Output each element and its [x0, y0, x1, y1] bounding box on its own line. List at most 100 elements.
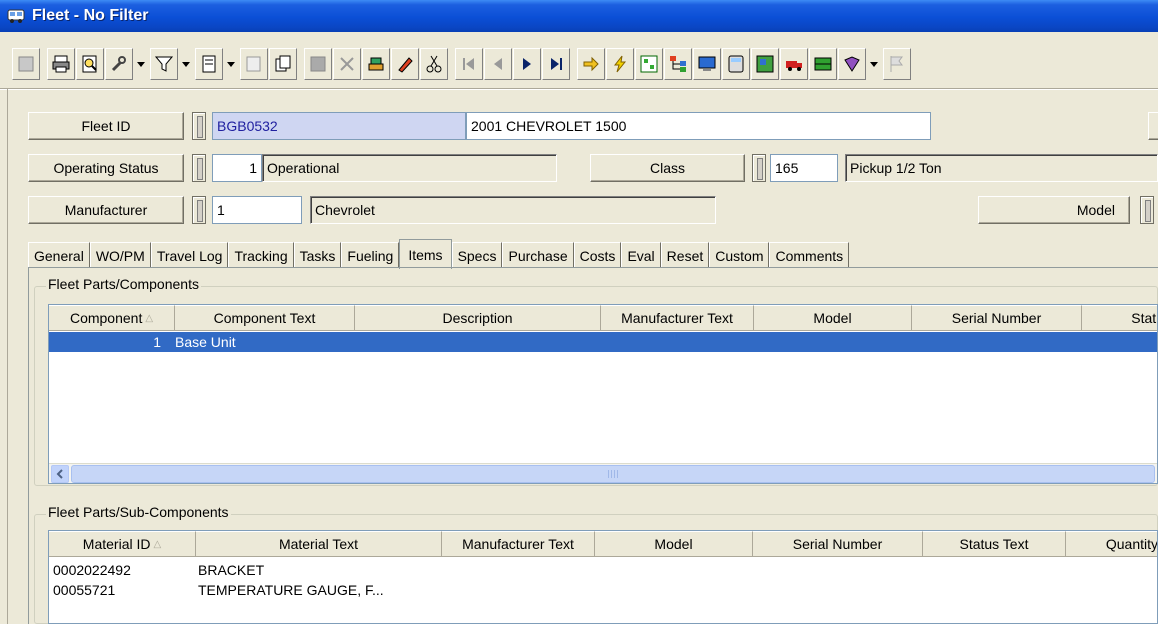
sort-asc-icon: △ [145, 312, 154, 324]
delete-icon[interactable] [333, 48, 361, 80]
tab-tasks[interactable]: Tasks [293, 242, 342, 268]
col-manufacturer-text[interactable]: Manufacturer Text [442, 531, 595, 557]
arrow-icon[interactable] [577, 48, 605, 80]
tab-general[interactable]: General [28, 242, 90, 268]
components-grid: Component △ Component Text Description Ma… [48, 304, 1158, 484]
model-button[interactable]: Model [978, 196, 1130, 224]
tools-dropdown[interactable] [134, 48, 148, 80]
preview-icon[interactable] [76, 48, 104, 80]
chart-icon[interactable] [635, 48, 663, 80]
tab-fueling[interactable]: Fueling [341, 242, 400, 268]
table-row[interactable]: 1 Base Unit [49, 332, 1157, 352]
grid-icon[interactable] [809, 48, 837, 80]
col-component-text[interactable]: Component Text [175, 305, 355, 331]
col-model[interactable]: Model [754, 305, 912, 331]
last-icon[interactable] [542, 48, 570, 80]
report-icon[interactable] [195, 48, 223, 80]
toolbar-divider [0, 88, 1158, 90]
calculator-icon[interactable] [722, 48, 750, 80]
tab-eval[interactable]: Eval [621, 242, 661, 268]
tab-reset[interactable]: Reset [660, 242, 710, 268]
map-icon[interactable] [751, 48, 779, 80]
tree-icon[interactable] [664, 48, 692, 80]
lightning-icon[interactable] [606, 48, 634, 80]
operating-status-code[interactable]: 1 [212, 154, 262, 182]
tab-tracking[interactable]: Tracking [228, 242, 294, 268]
copy-icon[interactable] [269, 48, 297, 80]
scissors-icon[interactable] [420, 48, 448, 80]
list-item[interactable]: 0002022492 BRACKET [49, 560, 442, 580]
cell-component-text: Base Unit [175, 334, 236, 350]
tab-custom[interactable]: Custom [709, 242, 770, 268]
fleet-id-field[interactable]: BGB0532 [212, 112, 466, 140]
tab-comments[interactable]: Comments [769, 242, 850, 268]
title-bar: Fleet - No Filter [0, 0, 1158, 32]
col-status[interactable]: Status [1082, 305, 1157, 331]
class-lookup[interactable] [752, 154, 766, 182]
book-icon[interactable] [838, 48, 866, 80]
col-quantity[interactable]: Quantity [1066, 531, 1157, 557]
prev-icon[interactable] [484, 48, 512, 80]
left-edge [7, 88, 8, 624]
operating-status-button[interactable]: Operating Status [28, 154, 184, 182]
report-dropdown[interactable] [224, 48, 238, 80]
col-manufacturer-text[interactable]: Manufacturer Text [601, 305, 754, 331]
components-group-label: Fleet Parts/Components [46, 276, 201, 292]
monitor-icon[interactable] [693, 48, 721, 80]
tab-purchase[interactable]: Purchase [502, 242, 574, 268]
col-model[interactable]: Model [595, 531, 753, 557]
class-code[interactable]: 165 [770, 154, 838, 182]
cell-material-id: 0002022492 [53, 562, 131, 578]
operating-status-lookup[interactable] [192, 154, 206, 182]
header-right-button[interactable] [1148, 112, 1158, 140]
save-icon[interactable] [304, 48, 332, 80]
manufacturer-button[interactable]: Manufacturer [28, 196, 184, 224]
subcomponents-header: Material ID △ Material Text Manufacturer … [49, 531, 1157, 557]
col-material-text[interactable]: Material Text [196, 531, 442, 557]
flag-icon[interactable] [883, 48, 911, 80]
scroll-thumb[interactable] [71, 465, 1155, 483]
col-serial-number[interactable]: Serial Number [753, 531, 923, 557]
scroll-left-icon[interactable] [51, 465, 69, 483]
first-icon[interactable] [455, 48, 483, 80]
manufacturer-code[interactable]: 1 [212, 196, 302, 224]
manufacturer-text: Chevrolet [310, 196, 716, 224]
filter-icon[interactable] [150, 48, 178, 80]
filter-dropdown[interactable] [179, 48, 193, 80]
components-header: Component △ Component Text Description Ma… [49, 305, 1157, 331]
cell-component: 1 [153, 334, 161, 350]
cell-material-id: 00055721 [53, 582, 116, 598]
next-icon[interactable] [513, 48, 541, 80]
bus-icon [6, 7, 28, 25]
col-serial-number[interactable]: Serial Number [912, 305, 1082, 331]
tools-icon[interactable] [105, 48, 133, 80]
fleet-id-button[interactable]: Fleet ID [28, 112, 184, 140]
components-hscrollbar[interactable] [49, 463, 1157, 483]
col-component[interactable]: Component △ [49, 305, 175, 331]
window-title: Fleet - No Filter [32, 7, 149, 24]
fleet-id-lookup[interactable] [192, 112, 206, 140]
class-button[interactable]: Class [590, 154, 745, 182]
tab-travel-log[interactable]: Travel Log [150, 242, 229, 268]
tab-wo-pm[interactable]: WO/PM [89, 242, 151, 268]
toolbar [0, 38, 1158, 88]
print-icon[interactable] [47, 48, 75, 80]
model-lookup[interactable] [1140, 196, 1154, 224]
tab-costs[interactable]: Costs [573, 242, 622, 268]
class-text: Pickup 1/2 Ton [845, 154, 1158, 182]
col-status-text[interactable]: Status Text [923, 531, 1066, 557]
truck-icon[interactable] [780, 48, 808, 80]
col-description[interactable]: Description [355, 305, 601, 331]
tab-items[interactable]: Items [399, 239, 452, 269]
tab-specs[interactable]: Specs [451, 242, 503, 268]
stack-icon[interactable] [362, 48, 390, 80]
pencil-icon[interactable] [391, 48, 419, 80]
blank-icon[interactable] [12, 48, 40, 80]
col-material-id[interactable]: Material ID △ [49, 531, 196, 557]
cell-material-text: TEMPERATURE GAUGE, F... [198, 582, 384, 598]
fleet-description-field[interactable]: 2001 CHEVROLET 1500 [466, 112, 931, 140]
more-dropdown[interactable] [867, 48, 881, 80]
list-item[interactable]: 00055721 TEMPERATURE GAUGE, F... [49, 580, 442, 600]
properties-icon[interactable] [240, 48, 268, 80]
manufacturer-lookup[interactable] [192, 196, 206, 224]
